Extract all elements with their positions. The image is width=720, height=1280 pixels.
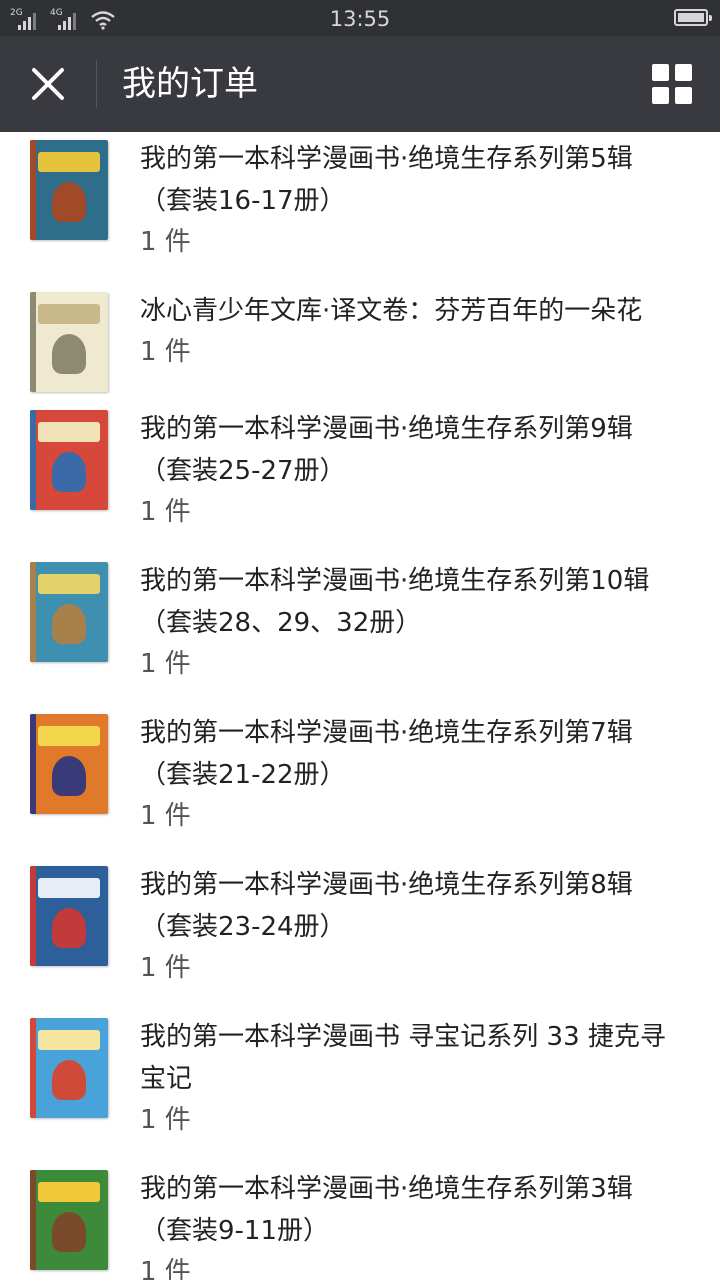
product-title-line: 冰心青少年文库·译文卷：芬芳百年的一朵花 xyxy=(140,296,643,326)
order-item[interactable]: 冰心青少年文库·译文卷：芬芳百年的一朵花 1 件 xyxy=(0,284,720,402)
product-thumbnail[interactable] xyxy=(30,1018,108,1118)
status-time: 13:55 xyxy=(329,7,391,31)
product-title-line: 我的第一本科学漫画书 寻宝记系列 33 捷克寻 xyxy=(140,1022,666,1052)
order-list: 我的第一本科学漫画书·绝境生存系列第5辑 （套装16-17册） 1 件冰心青少年文库… xyxy=(0,132,720,1280)
quantity-label: 1 件 xyxy=(140,649,191,679)
product-title-line: （套装9-11册） xyxy=(140,1216,330,1246)
order-item[interactable]: 我的第一本科学漫画书·绝境生存系列第9辑 （套装25-27册） 1 件 xyxy=(0,402,720,552)
product-title-line: （套装23-24册） xyxy=(140,912,346,942)
nav-divider xyxy=(96,60,97,108)
product-thumbnail[interactable] xyxy=(30,866,108,966)
quantity-label: 1 件 xyxy=(140,1257,191,1280)
order-item[interactable]: 我的第一本科学漫画书·绝境生存系列第10辑 （套装28、29、32册） 1 件 xyxy=(0,554,720,704)
product-title-line: 我的第一本科学漫画书·绝境生存系列第7辑 xyxy=(140,718,633,748)
product-title-line: 我的第一本科学漫画书·绝境生存系列第8辑 xyxy=(140,870,633,900)
product-thumbnail[interactable] xyxy=(30,562,108,662)
order-item[interactable]: 我的第一本科学漫画书·绝境生存系列第5辑 （套装16-17册） 1 件 xyxy=(0,132,720,282)
nav-bar: 我的订单 xyxy=(0,36,720,132)
quantity-label: 1 件 xyxy=(140,497,191,527)
product-title[interactable]: 我的第一本科学漫画书 寻宝记系列 33 捷克寻 宝记 xyxy=(140,1016,710,1100)
status-bar: 2G 4G 13:55 xyxy=(0,0,720,36)
product-title[interactable]: 我的第一本科学漫画书·绝境生存系列第5辑 （套装16-17册） xyxy=(140,138,710,222)
product-title-line: 我的第一本科学漫画书·绝境生存系列第5辑 xyxy=(140,144,633,174)
product-title[interactable]: 冰心青少年文库·译文卷：芬芳百年的一朵花 xyxy=(140,290,710,332)
product-title[interactable]: 我的第一本科学漫画书·绝境生存系列第8辑 （套装23-24册） xyxy=(140,864,710,948)
page-title: 我的订单 xyxy=(122,64,258,104)
order-item[interactable]: 我的第一本科学漫画书·绝境生存系列第7辑 （套装21-22册） 1 件 xyxy=(0,706,720,856)
order-item[interactable]: 我的第一本科学漫画书·绝境生存系列第8辑 （套装23-24册） 1 件 xyxy=(0,858,720,1008)
product-thumbnail[interactable] xyxy=(30,140,108,240)
product-title[interactable]: 我的第一本科学漫画书·绝境生存系列第10辑 （套装28、29、32册） xyxy=(140,560,710,644)
order-item[interactable]: 我的第一本科学漫画书 寻宝记系列 33 捷克寻 宝记 1 件 xyxy=(0,1010,720,1160)
close-icon xyxy=(32,68,64,100)
order-item[interactable]: 我的第一本科学漫画书·绝境生存系列第3辑 （套装9-11册） 1 件 xyxy=(0,1162,720,1280)
product-title-line: （套装28、29、32册） xyxy=(140,608,422,638)
product-thumbnail[interactable] xyxy=(30,714,108,814)
battery-icon xyxy=(674,9,712,26)
product-title[interactable]: 我的第一本科学漫画书·绝境生存系列第7辑 （套装21-22册） xyxy=(140,712,710,796)
quantity-label: 1 件 xyxy=(140,227,191,257)
quantity-label: 1 件 xyxy=(140,1105,191,1135)
product-thumbnail[interactable] xyxy=(30,410,108,510)
product-title[interactable]: 我的第一本科学漫画书·绝境生存系列第9辑 （套装25-27册） xyxy=(140,408,710,492)
menu-button[interactable] xyxy=(640,52,704,116)
quantity-label: 1 件 xyxy=(140,953,191,983)
product-title-line: （套装16-17册） xyxy=(140,186,346,216)
product-title-line: 我的第一本科学漫画书·绝境生存系列第10辑 xyxy=(140,566,650,596)
product-thumbnail[interactable] xyxy=(30,1170,108,1270)
product-title-line: （套装25-27册） xyxy=(140,456,346,486)
quantity-label: 1 件 xyxy=(140,801,191,831)
product-title[interactable]: 我的第一本科学漫画书·绝境生存系列第3辑 （套装9-11册） xyxy=(140,1168,710,1252)
product-title-line: 我的第一本科学漫画书·绝境生存系列第9辑 xyxy=(140,414,633,444)
product-title-line: （套装21-22册） xyxy=(140,760,346,790)
product-title-line: 宝记 xyxy=(140,1064,193,1094)
quantity-label: 1 件 xyxy=(140,337,191,367)
product-thumbnail[interactable] xyxy=(30,292,108,392)
product-title-line: 我的第一本科学漫画书·绝境生存系列第3辑 xyxy=(140,1174,633,1204)
close-button[interactable] xyxy=(18,54,78,114)
